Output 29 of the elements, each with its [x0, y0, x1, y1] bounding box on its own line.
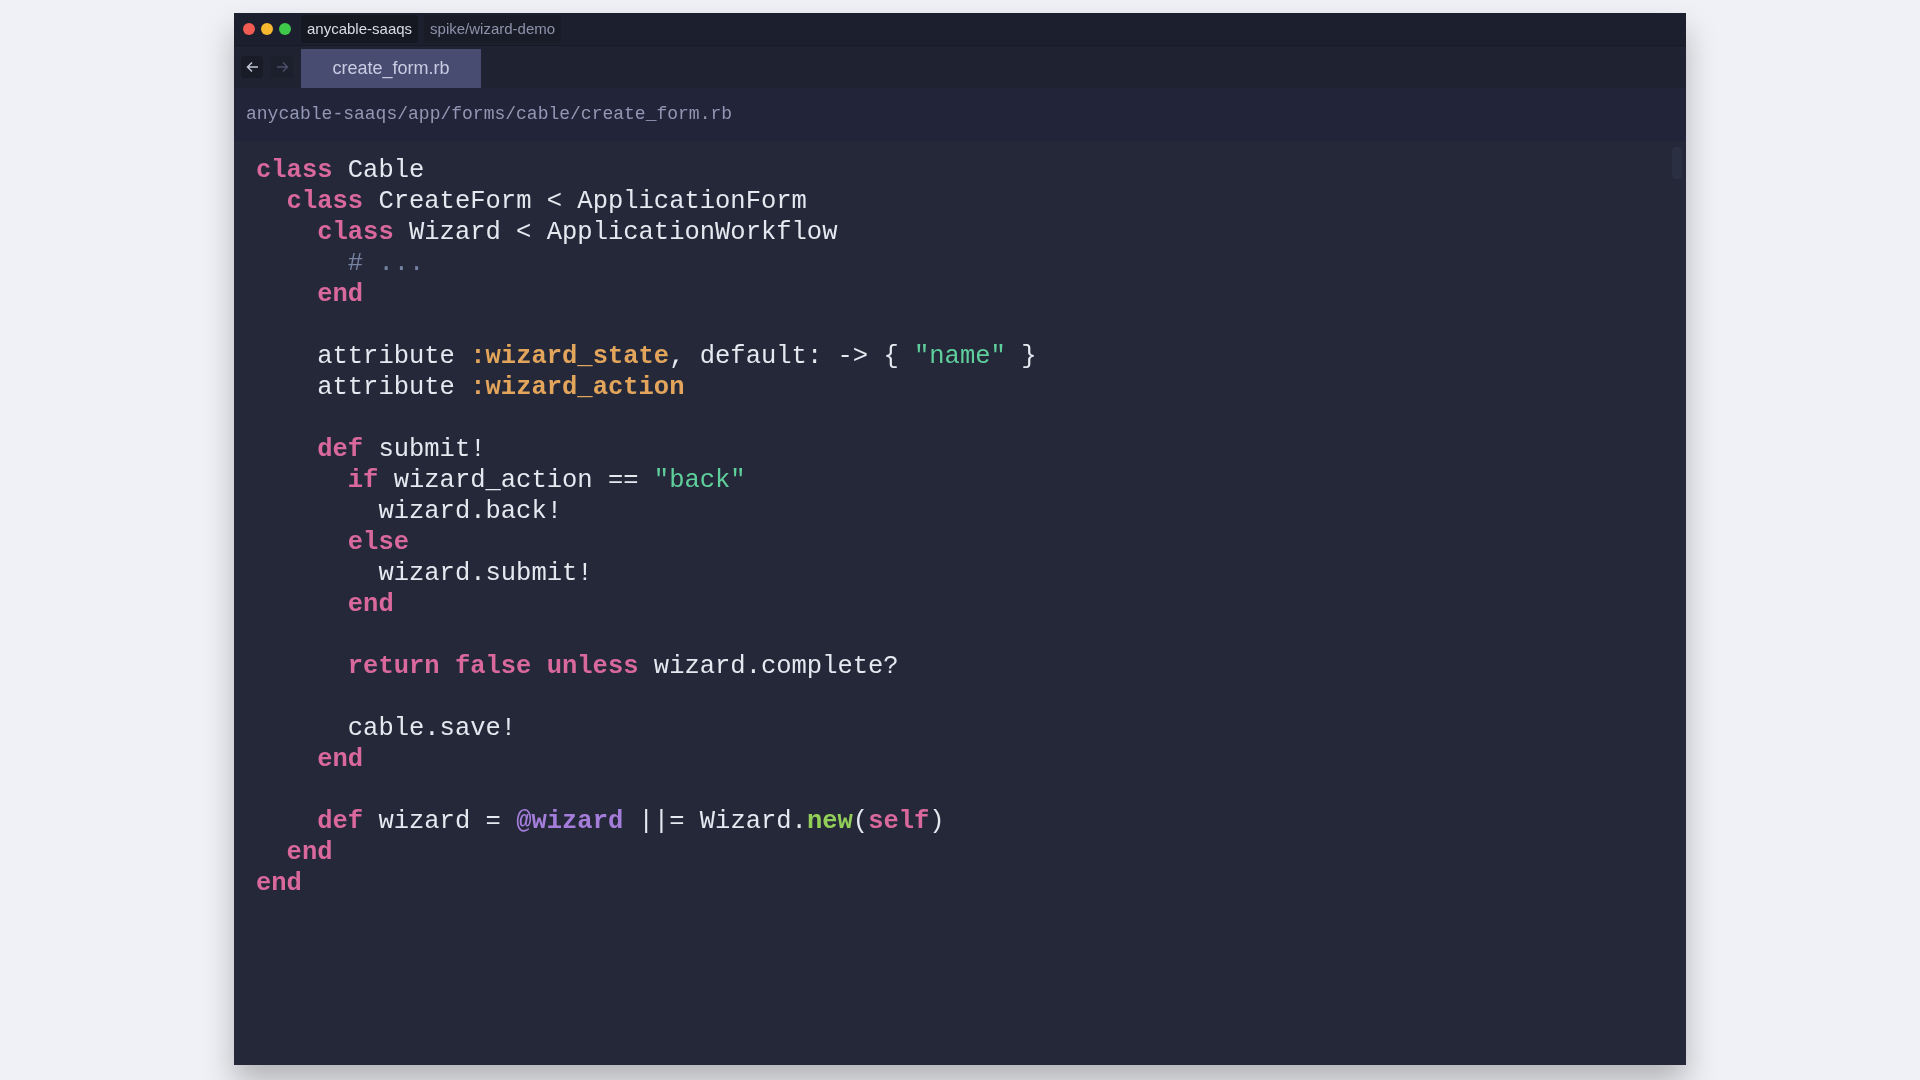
code-line: wizard.submit!: [378, 558, 593, 589]
file-tab[interactable]: create_form.rb: [301, 49, 481, 88]
code-line: wizard.back!: [378, 496, 562, 527]
code-line: end: [317, 744, 364, 775]
code-line: class CreateForm < ApplicationForm: [286, 186, 807, 217]
close-icon[interactable]: [243, 23, 255, 35]
code-line: end: [347, 589, 394, 620]
maximize-icon[interactable]: [279, 23, 291, 35]
arrow-right-icon: [275, 61, 289, 73]
code-line: attribute :wizard_action: [317, 372, 685, 403]
code-line: class Cable: [256, 155, 425, 186]
code-line: end: [286, 837, 333, 868]
code-line: def wizard = @wizard ||= Wizard.new(self): [317, 806, 945, 837]
file-path: anycable-saaqs/app/forms/cable/create_form.rb: [246, 103, 733, 126]
code-line: return false unless wizard.complete?: [347, 651, 899, 682]
code-line: def submit!: [317, 434, 486, 465]
title-chip[interactable]: anycable-saaqs: [301, 14, 419, 44]
code-line: end: [317, 279, 364, 310]
minimize-icon[interactable]: [261, 23, 273, 35]
code-line: attribute :wizard_state, default: -> { "name" }: [317, 341, 1037, 372]
code-line: end: [256, 868, 302, 899]
code-line: if wizard_action == "back": [347, 465, 746, 496]
code-line: class Wizard < ApplicationWorkflow: [317, 217, 838, 248]
code-line: # ...: [347, 248, 425, 279]
code-line: cable.save!: [347, 713, 517, 744]
back-button[interactable]: [241, 56, 263, 78]
code-line: else: [347, 527, 409, 558]
title-chip[interactable]: spike/wizard-demo: [424, 14, 562, 44]
arrow-left-icon: [245, 61, 259, 73]
